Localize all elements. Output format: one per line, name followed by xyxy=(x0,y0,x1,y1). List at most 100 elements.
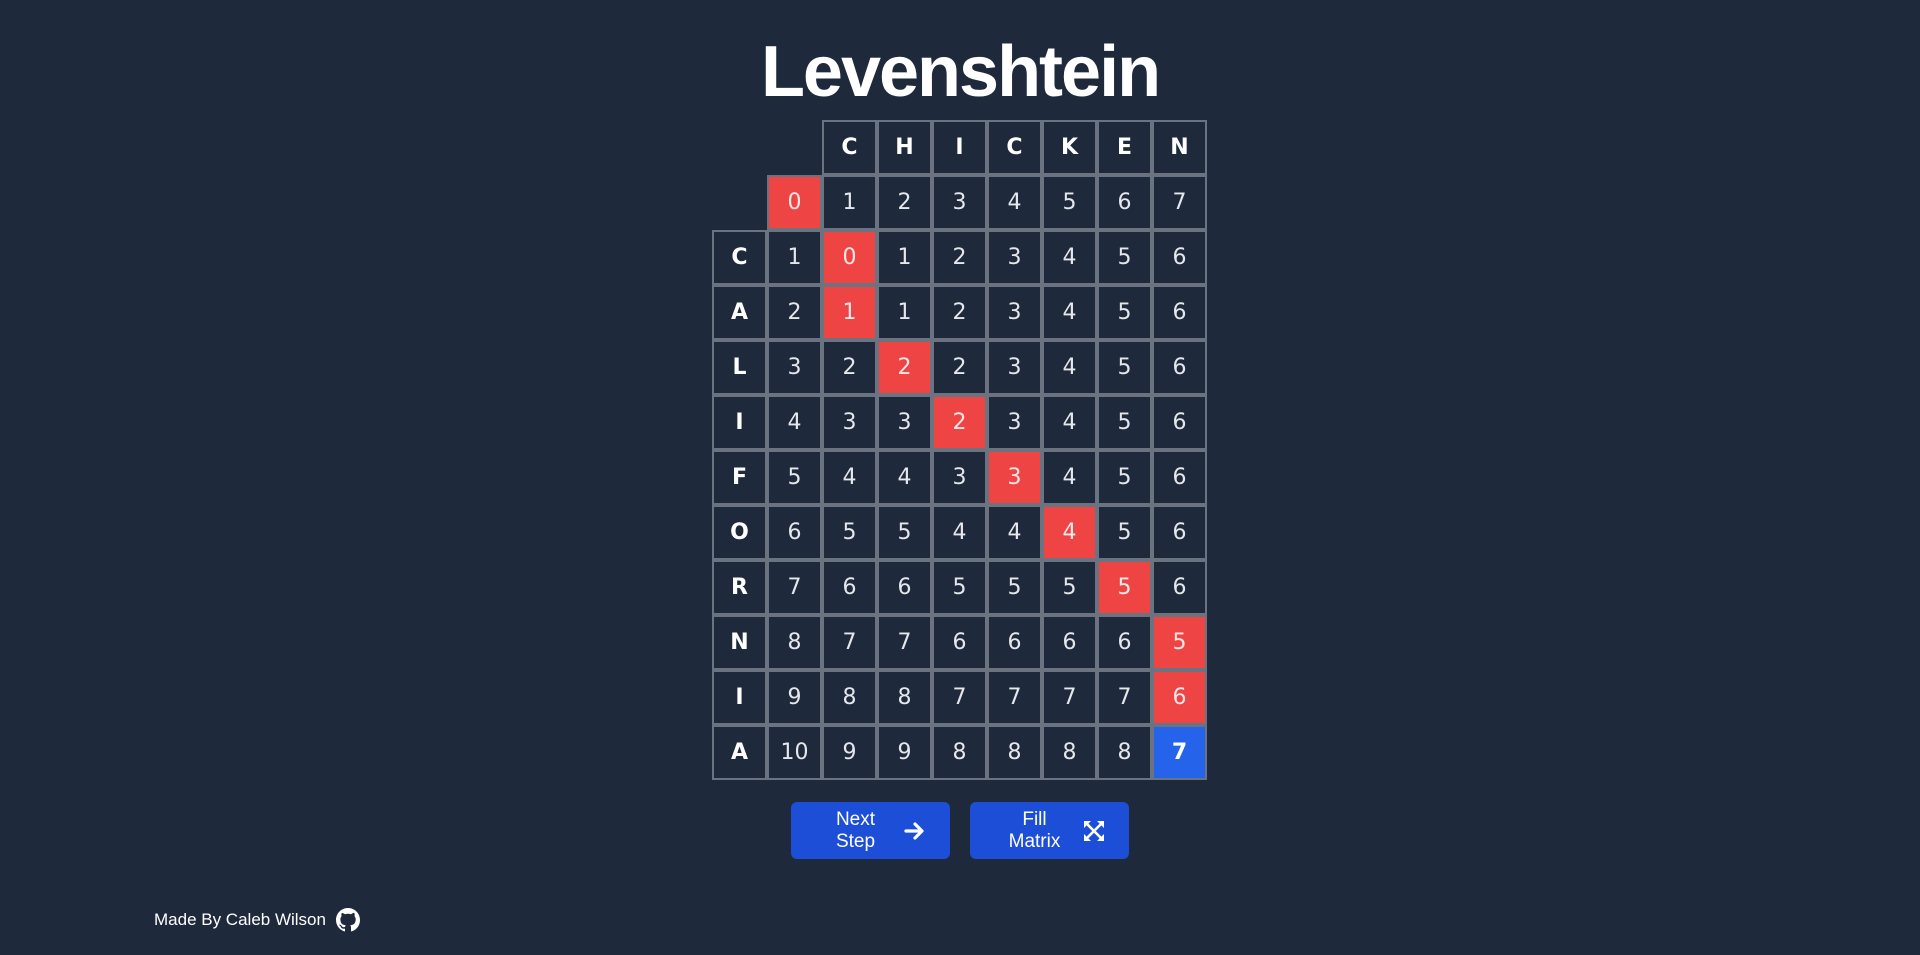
row-header-letter: R xyxy=(712,560,767,615)
matrix-cell: 7 xyxy=(1042,670,1097,725)
row-header-letter: A xyxy=(712,725,767,780)
matrix-cell: 3 xyxy=(987,285,1042,340)
result-cell: 7 xyxy=(1152,725,1207,780)
row-header-letter: I xyxy=(712,395,767,450)
matrix-cell: 8 xyxy=(767,615,822,670)
matrix-cell: 4 xyxy=(987,175,1042,230)
row-header-letter: I xyxy=(712,670,767,725)
matrix-cell: 8 xyxy=(877,670,932,725)
matrix-cell: 3 xyxy=(932,175,987,230)
matrix-cell: 2 xyxy=(932,340,987,395)
matrix-cell: 5 xyxy=(987,560,1042,615)
matrix-cell: 5 xyxy=(1097,285,1152,340)
controls: Next Step Fill Matrix xyxy=(0,802,1920,859)
path-cell: 1 xyxy=(822,285,877,340)
arrow-right-icon xyxy=(904,821,926,841)
matrix-cell: 4 xyxy=(1042,230,1097,285)
path-cell: 2 xyxy=(877,340,932,395)
matrix-cell: 6 xyxy=(1097,175,1152,230)
matrix-cell: 4 xyxy=(932,505,987,560)
matrix-cell: 6 xyxy=(1152,285,1207,340)
matrix-cell: 2 xyxy=(932,230,987,285)
matrix-cell: 3 xyxy=(987,340,1042,395)
matrix-cell: 1 xyxy=(822,175,877,230)
next-step-label: Next Step xyxy=(835,808,876,852)
matrix-cell: 7 xyxy=(987,670,1042,725)
path-cell: 0 xyxy=(767,175,822,230)
matrix-cell: 3 xyxy=(767,340,822,395)
col-header-letter: C xyxy=(822,120,877,175)
row-header-letter: F xyxy=(712,450,767,505)
fill-matrix-button[interactable]: Fill Matrix xyxy=(970,802,1129,859)
matrix-cell: 5 xyxy=(1097,340,1152,395)
matrix-cell: 7 xyxy=(877,615,932,670)
page-title: Levenshtein xyxy=(760,32,1161,112)
matrix-cell: 5 xyxy=(1097,230,1152,285)
github-link[interactable] xyxy=(335,908,360,932)
matrix-cell: 6 xyxy=(1097,615,1152,670)
row-header-letter: O xyxy=(712,505,767,560)
matrix-cell: 6 xyxy=(1152,450,1207,505)
matrix-cell: 3 xyxy=(987,230,1042,285)
matrix-cell: 9 xyxy=(877,725,932,780)
path-cell: 4 xyxy=(1042,505,1097,560)
matrix-cell: 3 xyxy=(877,395,932,450)
row-header-letter: N xyxy=(712,615,767,670)
matrix-cell: 5 xyxy=(767,450,822,505)
matrix-cell: 2 xyxy=(822,340,877,395)
path-cell: 5 xyxy=(1152,615,1207,670)
matrix-cell: 10 xyxy=(767,725,822,780)
matrix-cell: 5 xyxy=(1097,505,1152,560)
col-header-letter: I xyxy=(932,120,987,175)
matrix-cell: 4 xyxy=(1042,450,1097,505)
matrix-cell: 4 xyxy=(1042,340,1097,395)
matrix-cell: 7 xyxy=(1152,175,1207,230)
matrix-cell: 5 xyxy=(1042,175,1097,230)
app: Levenshtein CHICKEN01234567C10123456A211… xyxy=(0,0,1920,955)
matrix-cell: 8 xyxy=(822,670,877,725)
credit-text: Made By Caleb Wilson xyxy=(154,910,326,929)
matrix-cell: 7 xyxy=(822,615,877,670)
matrix-cell: 4 xyxy=(767,395,822,450)
matrix-cell: 6 xyxy=(932,615,987,670)
next-step-button[interactable]: Next Step xyxy=(791,802,950,859)
matrix-cell: 6 xyxy=(1152,340,1207,395)
matrix-cell: 8 xyxy=(1097,725,1152,780)
matrix-cell: 6 xyxy=(1152,505,1207,560)
col-header-letter: C xyxy=(987,120,1042,175)
github-icon xyxy=(335,908,360,932)
path-cell: 5 xyxy=(1097,560,1152,615)
matrix-cell: 4 xyxy=(1042,395,1097,450)
matrix-cell: 5 xyxy=(1097,395,1152,450)
matrix-cell: 6 xyxy=(877,560,932,615)
fill-matrix-label: Fill Matrix xyxy=(1008,808,1061,852)
row-header-letter: C xyxy=(712,230,767,285)
matrix-cell: 9 xyxy=(767,670,822,725)
matrix-cell: 4 xyxy=(822,450,877,505)
path-cell: 2 xyxy=(932,395,987,450)
matrix-cell: 3 xyxy=(822,395,877,450)
matrix-cell: 6 xyxy=(1152,560,1207,615)
matrix-cell: 3 xyxy=(932,450,987,505)
matrix-cell: 6 xyxy=(987,615,1042,670)
expand-arrows-icon xyxy=(1083,820,1105,842)
matrix-cell: 1 xyxy=(877,230,932,285)
matrix-cell: 7 xyxy=(767,560,822,615)
path-cell: 3 xyxy=(987,450,1042,505)
matrix-cell: 2 xyxy=(932,285,987,340)
col-header-letter: K xyxy=(1042,120,1097,175)
row-header-letter: A xyxy=(712,285,767,340)
matrix-cell: 5 xyxy=(822,505,877,560)
row-header-letter: L xyxy=(712,340,767,395)
matrix-cell: 2 xyxy=(877,175,932,230)
matrix-cell: 1 xyxy=(767,230,822,285)
col-header-letter: E xyxy=(1097,120,1152,175)
matrix-cell: 1 xyxy=(877,285,932,340)
col-header-letter: H xyxy=(877,120,932,175)
path-cell: 6 xyxy=(1152,670,1207,725)
matrix-cell: 4 xyxy=(877,450,932,505)
matrix-cell: 8 xyxy=(987,725,1042,780)
matrix-cell: 5 xyxy=(932,560,987,615)
path-cell: 0 xyxy=(822,230,877,285)
matrix-cell: 5 xyxy=(877,505,932,560)
